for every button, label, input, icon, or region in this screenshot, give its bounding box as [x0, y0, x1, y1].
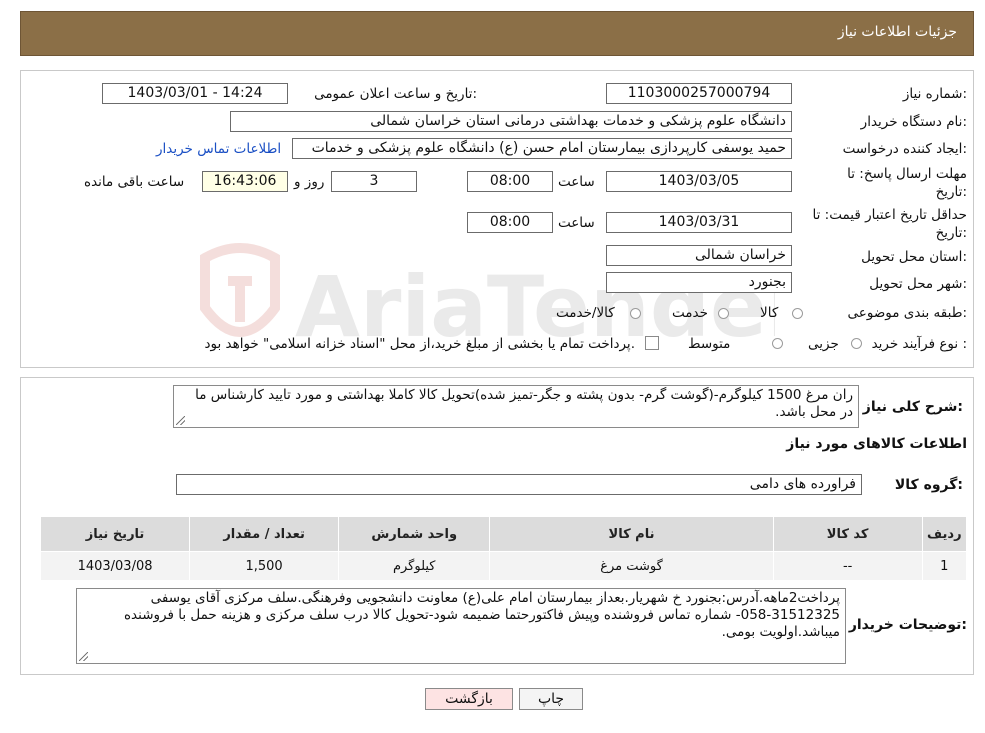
days-field[interactable]: 3: [331, 171, 417, 192]
days-label: روز و: [294, 174, 325, 190]
category-goods-radio[interactable]: [792, 308, 803, 319]
process-medium-radio[interactable]: [772, 338, 783, 349]
process-medium-label: متوسط: [688, 336, 731, 352]
category-goods-label: کالا: [760, 305, 779, 321]
process-note: پرداخت تمام یا بخشی از مبلغ خرید،از محل …: [204, 336, 635, 352]
col-quantity: تعداد / مقدار: [189, 516, 340, 552]
treasury-checkbox[interactable]: [645, 336, 659, 350]
creator-field[interactable]: حمید یوسفی کارپردازی بیمارستان امام حسن …: [292, 138, 792, 159]
buyer-notes-text: پرداخت2ماهه.آدرس:بجنورد خ شهریار.بعداز ب…: [123, 590, 840, 640]
process-type-label: نوع فرآیند خرید :: [871, 336, 967, 352]
col-unit: واحد شمارش: [338, 516, 491, 552]
buyer-notes-textarea[interactable]: پرداخت2ماهه.آدرس:بجنورد خ شهریار.بعداز ب…: [76, 588, 846, 664]
col-goods-code: کد کالا: [772, 516, 923, 552]
description-textarea[interactable]: ران مرغ 1500 کیلوگرم-(گوشت گرم- بدون پشت…: [173, 385, 859, 428]
cell-unit: کیلوگرم: [338, 551, 491, 581]
province-label: استان محل تحویل:: [861, 249, 967, 265]
category-both-radio[interactable]: [630, 308, 641, 319]
validity-time-field[interactable]: 08:00: [467, 212, 553, 233]
process-minor-label: جزیی: [808, 336, 839, 352]
deadline-date-field[interactable]: 1403/03/05: [606, 171, 792, 192]
cell-quantity: 1,500: [189, 551, 340, 581]
description-text: ران مرغ 1500 کیلوگرم-(گوشت گرم- بدون پشت…: [195, 387, 853, 420]
contact-info-link[interactable]: اطلاعات تماس خریدار: [156, 141, 281, 157]
category-service-label: خدمت: [672, 305, 708, 321]
col-goods-name: نام کالا: [489, 516, 774, 552]
goods-section-title: اطلاعات کالاهای مورد نیاز: [786, 436, 967, 452]
goods-group-label: گروه کالا:: [894, 477, 963, 493]
description-label: شرح کلی نیاز:: [862, 399, 963, 415]
table-row: 1 -- گوشت مرغ کیلوگرم 1,500 1403/03/08: [39, 551, 968, 581]
city-field[interactable]: بجنورد: [606, 272, 792, 293]
col-row-number: ردیف: [921, 516, 968, 552]
cell-row-number: 1: [921, 551, 968, 581]
announce-label: تاریخ و ساعت اعلان عمومی:: [314, 86, 477, 102]
creator-label: ایجاد کننده درخواست:: [842, 141, 967, 157]
remaining-label: ساعت باقی مانده: [84, 174, 185, 190]
city-label: شهر محل تحویل:: [869, 276, 967, 292]
validity-time-label: ساعت: [558, 215, 595, 231]
cell-goods-name: گوشت مرغ: [489, 551, 774, 581]
goods-table: ردیف کد کالا نام کالا واحد شمارش تعداد /…: [39, 516, 968, 581]
buyer-org-label: نام دستگاه خریدار:: [860, 114, 967, 130]
buyer-org-field[interactable]: دانشگاه علوم پزشکی و خدمات بهداشتی درمان…: [230, 111, 792, 132]
remaining-time-field: 16:43:06: [202, 171, 288, 192]
resize-grip-icon[interactable]: [79, 652, 88, 661]
buyer-notes-label: توضیحات خریدار:: [848, 617, 967, 633]
back-button[interactable]: بازگشت: [425, 688, 513, 710]
resize-grip-icon[interactable]: [176, 416, 185, 425]
process-minor-radio[interactable]: [851, 338, 862, 349]
col-need-date: تاریخ نیاز: [39, 516, 191, 552]
validity-date-field[interactable]: 1403/03/31: [606, 212, 792, 233]
need-number-field[interactable]: 1103000257000794: [606, 83, 792, 104]
table-header-row: ردیف کد کالا نام کالا واحد شمارش تعداد /…: [39, 516, 968, 552]
category-label: طبقه بندی موضوعی:: [847, 305, 967, 321]
cell-need-date: 1403/03/08: [39, 551, 191, 581]
deadline-time-label: ساعت: [558, 174, 595, 190]
print-button[interactable]: چاپ: [519, 688, 583, 710]
cell-goods-code: --: [772, 551, 923, 581]
need-number-label: شماره نیاز:: [902, 86, 967, 102]
goods-group-field[interactable]: فراورده های دامی: [176, 474, 862, 495]
page-header: جزئیات اطلاعات نیاز: [20, 11, 974, 56]
page-title: جزئیات اطلاعات نیاز: [837, 24, 957, 40]
category-service-radio[interactable]: [718, 308, 729, 319]
category-both-label: کالا/خدمت: [556, 305, 615, 321]
province-field[interactable]: خراسان شمالی: [606, 245, 792, 266]
announce-field[interactable]: 1403/03/01 - 14:24: [102, 83, 288, 104]
deadline-label: مهلت ارسال پاسخ: تا تاریخ:: [847, 166, 967, 200]
validity-label: حداقل تاریخ اعتبار قیمت: تا تاریخ:: [812, 207, 967, 241]
deadline-time-field[interactable]: 08:00: [467, 171, 553, 192]
